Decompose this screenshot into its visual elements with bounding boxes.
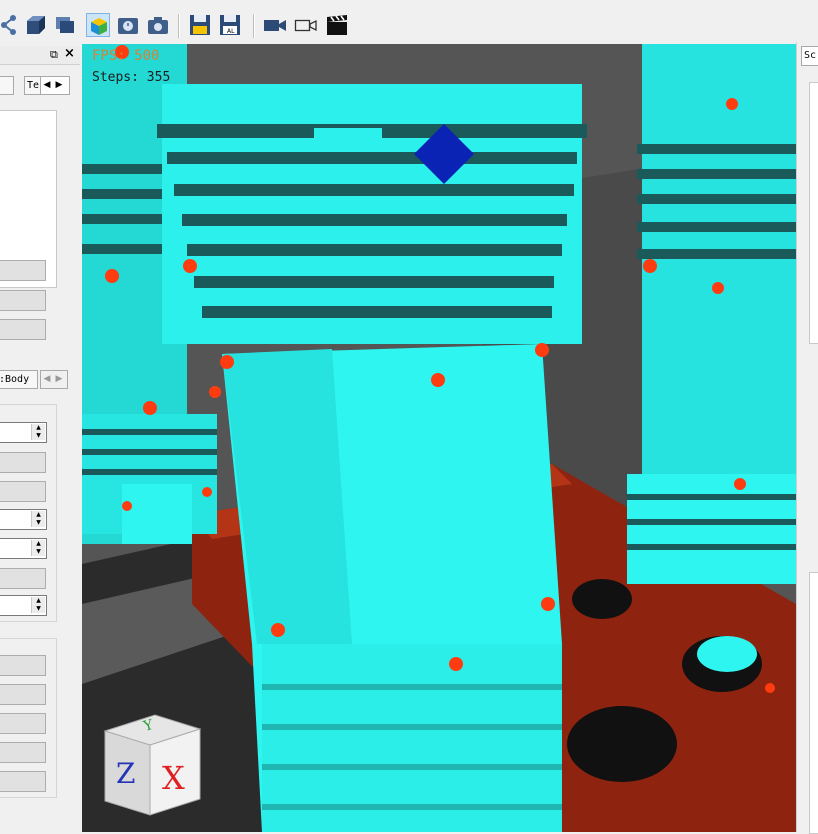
property-list[interactable] <box>809 572 818 834</box>
panel-button-9[interactable] <box>0 713 46 734</box>
tab-scroll-arrows[interactable]: ◀ ▶ <box>40 76 70 95</box>
spin-arrows-icon[interactable]: ▲ ▼ <box>31 424 45 440</box>
spin-arrows-icon[interactable]: ▲ ▼ <box>31 511 45 527</box>
tab-scroll-left-icon[interactable]: ◀ <box>41 371 53 388</box>
right-column <box>627 44 796 584</box>
float-dock-icon[interactable]: ⧉ <box>50 48 58 62</box>
spinbox-1[interactable]: ▲ ▼ <box>0 422 47 443</box>
tab-body[interactable]: :Body <box>0 370 38 389</box>
panel-button-2[interactable] <box>0 290 46 311</box>
close-dock-icon[interactable]: × <box>64 46 75 61</box>
tab-a[interactable] <box>0 76 14 95</box>
video-camera-outline-icon[interactable] <box>294 13 318 37</box>
panel-button-3[interactable] <box>0 319 46 340</box>
stopwatch-icon[interactable] <box>116 13 140 37</box>
tab-scroll-right-icon[interactable]: ▶ <box>53 371 65 388</box>
panel-button-5[interactable] <box>0 481 46 502</box>
spinbox-2[interactable]: ▲ ▼ <box>0 509 47 530</box>
tab-scene[interactable]: Sc <box>801 46 818 66</box>
main-toolbar: AL <box>0 10 818 42</box>
toolbar-separator <box>178 14 180 38</box>
tab-scroll-arrows[interactable]: ◀ ▶ <box>40 370 68 389</box>
spinbox-4[interactable]: ▲ ▼ <box>0 595 47 616</box>
panel-button-4[interactable] <box>0 452 46 473</box>
panel-button-1[interactable] <box>0 260 46 281</box>
clapperboard-icon[interactable] <box>325 13 349 37</box>
panel-button-11[interactable] <box>0 771 46 792</box>
colored-cube-icon[interactable] <box>86 13 110 37</box>
scene-tree[interactable] <box>809 82 818 344</box>
share-icon[interactable] <box>0 13 24 37</box>
dock-title-bar: ⧉ × <box>0 46 80 65</box>
svg-text:AL: AL <box>227 28 235 35</box>
spinbox-3[interactable]: ▲ ▼ <box>0 538 47 559</box>
tab-scroll-left-icon[interactable]: ◀ <box>41 77 53 94</box>
floppy-save-icon[interactable] <box>188 13 212 37</box>
panel-button-7[interactable] <box>0 655 46 676</box>
video-camera-icon[interactable] <box>263 13 287 37</box>
3d-viewport[interactable]: FPS: 500 Steps: 355 Y Z X <box>82 44 796 832</box>
toolbar-separator <box>253 14 255 38</box>
navcube-x-label: X <box>162 759 185 797</box>
panel-button-8[interactable] <box>0 684 46 705</box>
tab-bar-top: Te ◀ ▶ <box>0 76 72 95</box>
steps-counter: Steps: 355 <box>92 70 171 85</box>
navigation-cube[interactable]: Y Z X <box>100 709 204 819</box>
camera-icon[interactable] <box>146 13 170 37</box>
tab-scroll-right-icon[interactable]: ▶ <box>53 77 65 94</box>
cube-solid-icon[interactable] <box>24 13 48 37</box>
left-dock-panel: ⧉ × Te ◀ ▶ :Body ◀ ▶ ▲ ▼ ▲ ▼ ▲ ▼ ▲ ▼ <box>0 42 82 832</box>
right-dock-panel: Sc <box>796 42 818 834</box>
layers-icon[interactable] <box>54 13 78 37</box>
panel-button-6[interactable] <box>0 568 46 589</box>
tab-bar-body: :Body ◀ ▶ <box>0 370 72 389</box>
fps-counter: FPS: 500 <box>92 48 160 64</box>
spin-arrows-icon[interactable]: ▲ ▼ <box>31 597 45 613</box>
navcube-z-label: Z <box>116 757 135 790</box>
panel-button-10[interactable] <box>0 742 46 763</box>
floppy-save-all-icon[interactable]: AL <box>218 13 242 37</box>
spin-arrows-icon[interactable]: ▲ ▼ <box>31 540 45 556</box>
